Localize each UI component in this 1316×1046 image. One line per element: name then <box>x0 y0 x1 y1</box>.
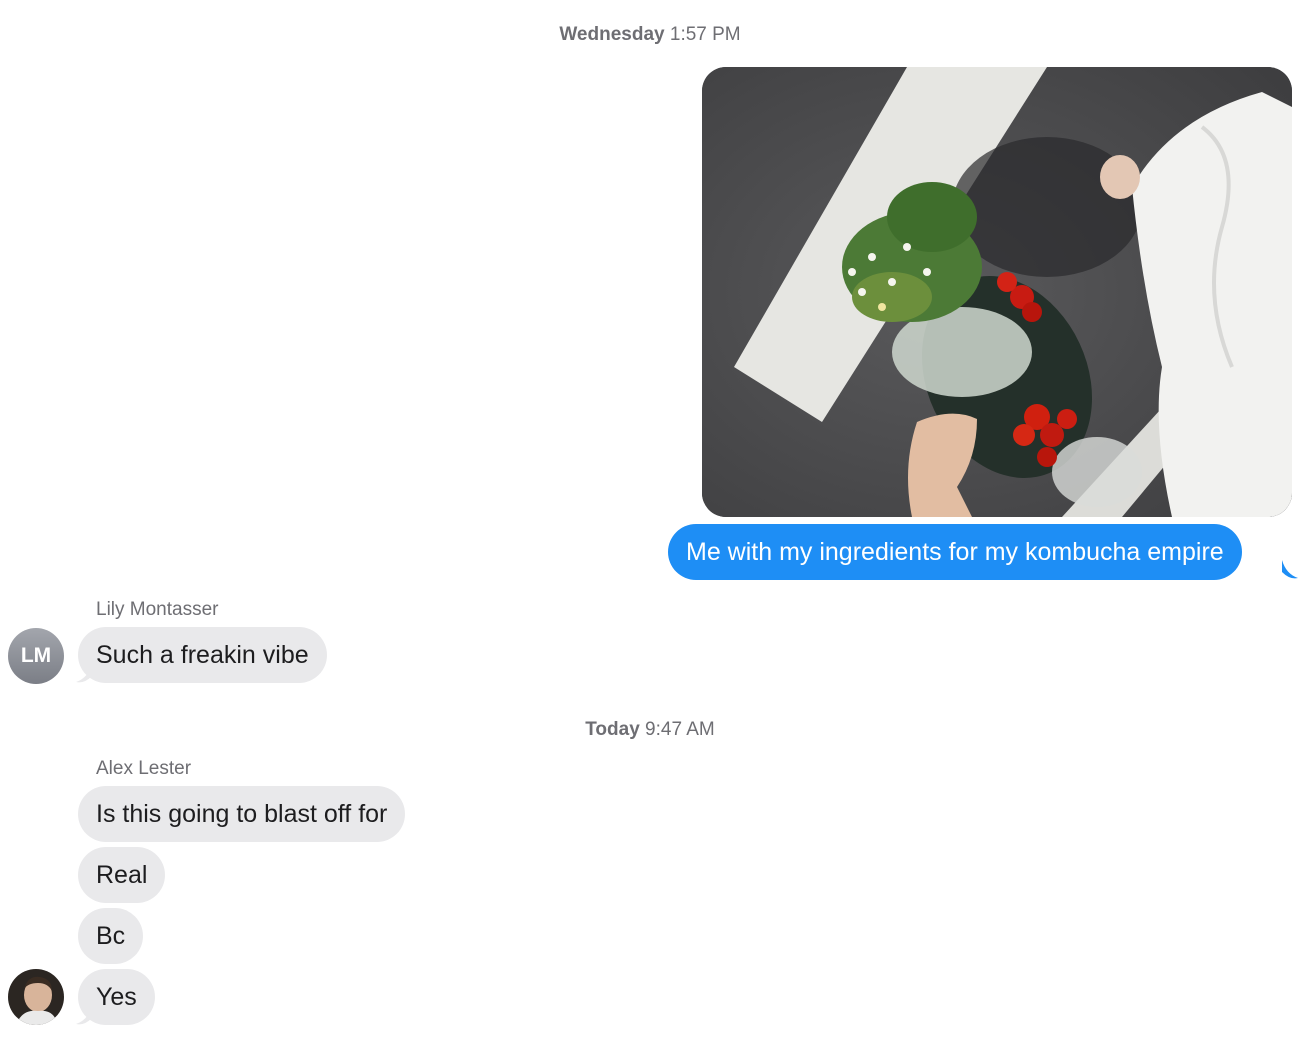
person-avatar-icon <box>8 969 64 1025</box>
incoming-bubble-tail <box>76 664 92 683</box>
timestamp-day: Wednesday <box>559 24 665 45</box>
avatar-lily[interactable]: LM <box>8 628 64 684</box>
incoming-message-text: Yes <box>96 983 137 1011</box>
photo-image <box>702 67 1292 517</box>
incoming-message-text: Is this going to blast off for <box>96 800 388 828</box>
outgoing-message-text: Me with my ingredients for my kombucha e… <box>686 538 1224 566</box>
timestamp-day: Today <box>585 719 640 740</box>
incoming-message-bubble[interactable]: Bc <box>78 908 144 964</box>
avatar-initials: LM <box>20 644 52 667</box>
sender-name-lily: Lily Montasser <box>96 599 219 620</box>
incoming-message-bubble[interactable]: Such a freakin vibe <box>78 627 327 683</box>
incoming-message-text: Real <box>96 861 148 889</box>
timestamp-wednesday: Wednesday 1:57 PM <box>0 24 1300 46</box>
photo-attachment[interactable] <box>702 67 1292 517</box>
outgoing-bubble-tail <box>1282 560 1298 579</box>
sender-name-alex: Alex Lester <box>96 758 192 779</box>
incoming-message-text: Bc <box>96 922 126 950</box>
incoming-message-bubble[interactable]: Is this going to blast off for <box>78 786 406 842</box>
timestamp-time: 9:47 AM <box>645 719 715 740</box>
outgoing-message-bubble[interactable]: Me with my ingredients for my kombucha e… <box>668 524 1242 580</box>
timestamp-time: 1:57 PM <box>669 24 741 45</box>
avatar-alex[interactable] <box>8 969 64 1025</box>
incoming-bubble-tail <box>76 1006 92 1025</box>
timestamp-today: Today 9:47 AM <box>0 719 1300 741</box>
incoming-message-text: Such a freakin vibe <box>96 641 309 669</box>
incoming-message-bubble[interactable]: Real <box>78 847 166 903</box>
